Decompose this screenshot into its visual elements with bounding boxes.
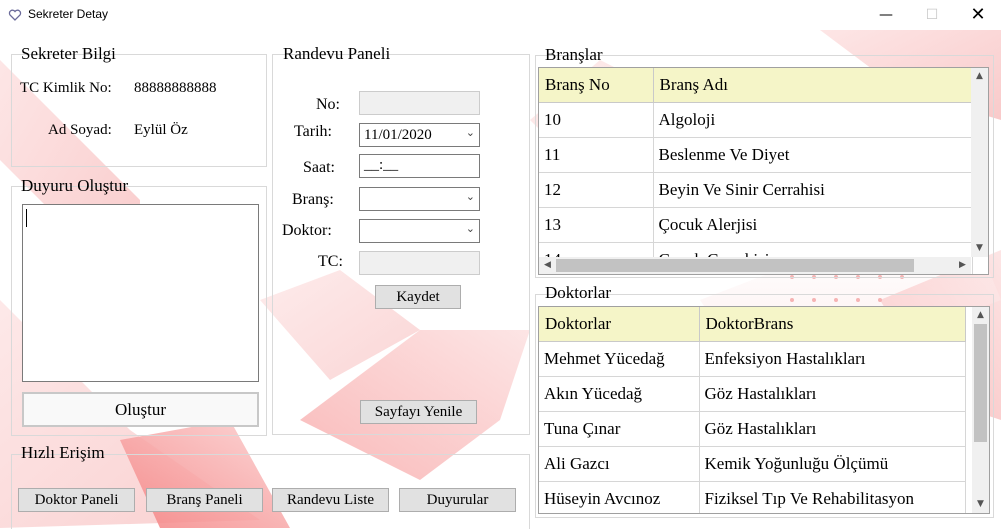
table-row[interactable]: Ali Gazcı Kemik Yoğunluğu Ölçümü: [539, 446, 966, 482]
close-icon: ✕: [970, 4, 986, 25]
doctor-branch-cell[interactable]: Göz Hastalıkları: [699, 411, 966, 447]
announcement-textarea[interactable]: [22, 204, 259, 382]
maximize-icon: ☐: [925, 7, 939, 23]
save-button[interactable]: Kaydet: [375, 285, 461, 309]
announcements-button[interactable]: Duyurular: [399, 488, 516, 512]
branches-horizontal-scrollbar[interactable]: ◀ ▶: [539, 257, 971, 274]
scroll-down-icon[interactable]: ▼: [971, 240, 988, 257]
close-button[interactable]: ✕: [955, 0, 1001, 30]
doctor-branch-cell[interactable]: Fiziksel Tıp Ve Rehabilitasyon: [699, 481, 966, 513]
doctor-name-cell[interactable]: Tuna Çınar: [539, 411, 700, 447]
title-bar: Sekreter Detay — ☐ ✕: [0, 0, 1001, 30]
create-announcement-button[interactable]: Oluştur: [22, 392, 259, 427]
doctor-name-cell[interactable]: Akın Yücedağ: [539, 376, 700, 412]
doctor-branch-cell[interactable]: Kemik Yoğunluğu Ölçümü: [699, 446, 966, 482]
doctor-label: Doktor:: [282, 222, 332, 239]
column-header-doctor-branch[interactable]: DoktorBrans: [699, 307, 966, 342]
app-heart-icon: [8, 9, 22, 21]
patient-tc-label: TC:: [318, 253, 343, 270]
doctor-name-cell[interactable]: Hüseyin Avcınoz: [539, 481, 700, 513]
chevron-down-icon: ⌄: [465, 126, 475, 139]
table-row[interactable]: Tuna Çınar Göz Hastalıkları: [539, 411, 966, 447]
patient-tc-field[interactable]: [359, 251, 480, 275]
doctors-grid[interactable]: Doktorlar DoktorBrans Mehmet Yücedağ Enf…: [538, 306, 990, 514]
doctor-name-cell[interactable]: Mehmet Yücedağ: [539, 341, 700, 377]
doctor-panel-button[interactable]: Doktor Paneli: [18, 488, 135, 512]
column-header-branch-no[interactable]: Branş No: [539, 68, 654, 103]
table-row[interactable]: 11 Beslenme Ve Diyet: [539, 137, 973, 173]
branches-header-row: Branş No Branş Adı: [539, 68, 973, 103]
doctors-title: Doktorlar: [545, 283, 612, 302]
date-picker-value: 11/01/2020: [364, 127, 432, 143]
vertical-scroll-thumb[interactable]: [974, 324, 987, 442]
branch-no-cell[interactable]: 12: [539, 172, 654, 208]
table-row[interactable]: Mehmet Yücedağ Enfeksiyon Hastalıkları: [539, 341, 966, 377]
quick-access-title: Hızlı Erişim: [21, 443, 105, 462]
table-row[interactable]: 12 Beyin Ve Sinir Cerrahisi: [539, 172, 973, 208]
secretary-info-group: [11, 54, 267, 167]
column-header-branch-name[interactable]: Branş Adı: [653, 68, 973, 103]
date-picker[interactable]: 11/01/2020 ⌄: [359, 123, 480, 147]
appointment-list-button[interactable]: Randevu Liste: [272, 488, 389, 512]
doctors-header-row: Doktorlar DoktorBrans: [539, 307, 966, 342]
scroll-up-icon[interactable]: ▲: [972, 307, 989, 324]
table-row[interactable]: 13 Çocuk Alerjisi: [539, 207, 973, 243]
branches-title: Branşlar: [545, 45, 603, 64]
appointment-panel-title: Randevu Paneli: [283, 44, 391, 63]
branch-name-cell[interactable]: Çocuk Alerjisi: [653, 207, 973, 243]
branch-no-cell[interactable]: 11: [539, 137, 654, 173]
doctor-branch-cell[interactable]: Göz Hastalıkları: [699, 376, 966, 412]
name-label: Ad Soyad:: [48, 122, 112, 138]
time-field[interactable]: __:__: [359, 154, 480, 178]
text-cursor: [26, 209, 27, 227]
column-header-doctors[interactable]: Doktorlar: [539, 307, 700, 342]
branches-grid[interactable]: Branş No Branş Adı 10 Algoloji 11 Beslen…: [538, 67, 989, 275]
branch-no-cell[interactable]: 10: [539, 102, 654, 138]
branch-panel-button[interactable]: Branş Paneli: [146, 488, 263, 512]
no-label: No:: [316, 96, 340, 113]
tc-value: 88888888888: [134, 80, 217, 96]
minimize-icon: —: [879, 7, 893, 23]
scroll-right-icon[interactable]: ▶: [954, 257, 971, 274]
maximize-button[interactable]: ☐: [909, 0, 955, 30]
table-row[interactable]: Akın Yücedağ Göz Hastalıkları: [539, 376, 966, 412]
scroll-up-icon[interactable]: ▲: [971, 68, 988, 85]
scroll-down-icon[interactable]: ▼: [972, 496, 989, 513]
tc-label: TC Kimlik No:: [20, 80, 112, 96]
doctor-branch-cell[interactable]: Enfeksiyon Hastalıkları: [699, 341, 966, 377]
doctor-select[interactable]: ⌄: [359, 219, 480, 243]
time-label: Saat:: [303, 159, 335, 176]
no-field[interactable]: [359, 91, 480, 115]
date-label: Tarih:: [294, 123, 332, 140]
name-value: Eylül Öz: [134, 122, 188, 138]
table-row[interactable]: 10 Algoloji: [539, 102, 973, 138]
branch-name-cell[interactable]: Beslenme Ve Diyet: [653, 137, 973, 173]
horizontal-scroll-thumb[interactable]: [556, 259, 914, 272]
minimize-button[interactable]: —: [863, 0, 909, 30]
chevron-down-icon: ⌄: [465, 222, 475, 235]
secretary-info-title: Sekreter Bilgi: [21, 44, 116, 63]
branch-name-cell[interactable]: Beyin Ve Sinir Cerrahisi: [653, 172, 973, 208]
table-row[interactable]: Hüseyin Avcınoz Fiziksel Tıp Ve Rehabili…: [539, 481, 966, 513]
refresh-page-button[interactable]: Sayfayı Yenile: [360, 400, 477, 424]
chevron-down-icon: ⌄: [465, 190, 475, 203]
doctor-name-cell[interactable]: Ali Gazcı: [539, 446, 700, 482]
branches-vertical-scrollbar[interactable]: ▲ ▼: [971, 68, 988, 257]
scroll-left-icon[interactable]: ◀: [539, 257, 556, 274]
announcement-title: Duyuru Oluştur: [21, 176, 129, 195]
branch-label: Branş:: [292, 191, 334, 208]
branch-select[interactable]: ⌄: [359, 187, 480, 211]
time-field-value: __:__: [364, 157, 399, 173]
branch-no-cell[interactable]: 13: [539, 207, 654, 243]
doctors-vertical-scrollbar[interactable]: ▲ ▼: [972, 307, 989, 513]
branch-name-cell[interactable]: Algoloji: [653, 102, 973, 138]
window-title: Sekreter Detay: [28, 7, 109, 21]
